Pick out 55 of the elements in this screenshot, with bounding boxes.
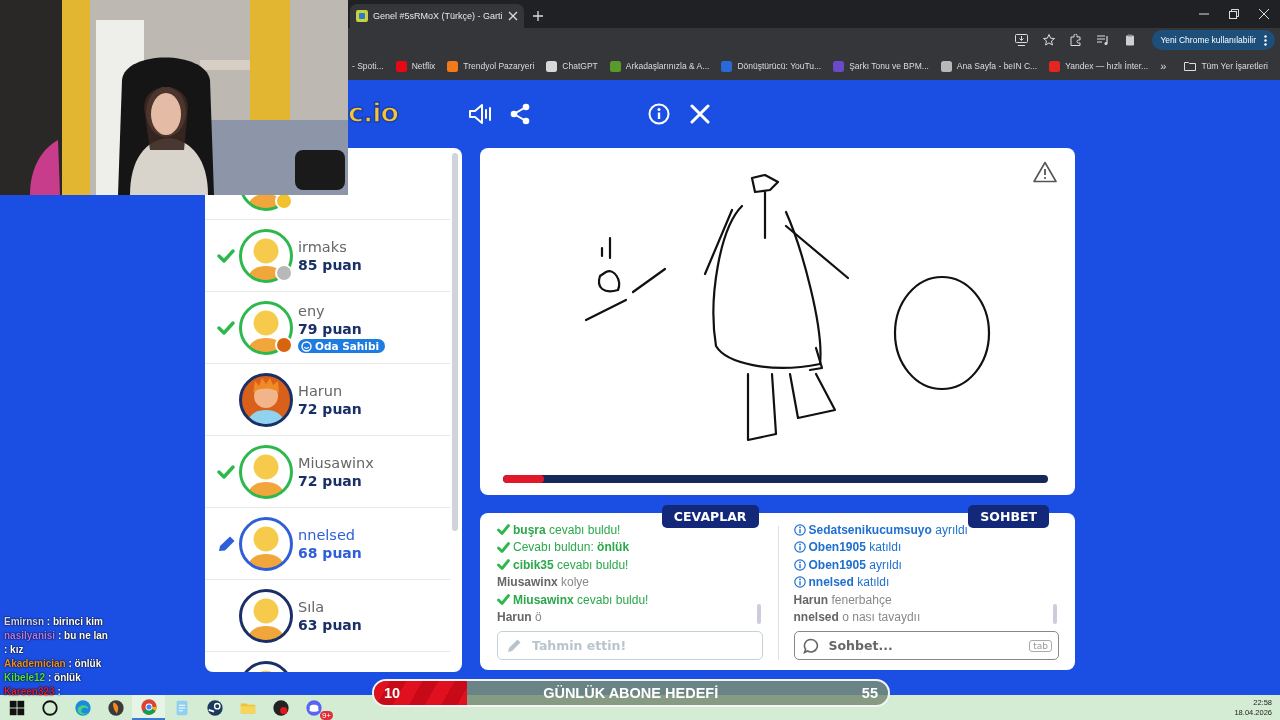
chat-message: cibik35 cevabı buldu! [513, 557, 629, 572]
stream-chat-message: : kız [4, 643, 24, 657]
input-field[interactable]: Sohbet... [826, 637, 1022, 654]
player-score: 63 puan [298, 615, 362, 634]
stream-chat-message: nasilyanisi : bu ne lan [4, 629, 108, 643]
bookmark[interactable]: Trendyol Pazaryeri [447, 60, 535, 72]
player-name: Sıla [298, 597, 326, 616]
browser-tab[interactable]: Genel #5sRMoX (Türkçe) - Garti [350, 4, 524, 28]
chat-message: Oben1905 katıldı [808, 540, 902, 555]
stream-chat-message: Kibele12 : önlük [4, 671, 81, 685]
bookmark[interactable]: Dönüştürücü: YouTu... [721, 60, 822, 72]
bookmark[interactable]: - Spoti... [352, 61, 384, 71]
player-name: eny [298, 302, 326, 320]
player-name: nnelsed [298, 525, 356, 544]
bookmark[interactable]: ChatGPT [546, 60, 598, 72]
update-button[interactable]: Yeni Chrome kullanılabilir [1152, 30, 1275, 50]
all-bookmarks-button[interactable]: Tüm Yer İşaretleri [1184, 61, 1268, 71]
player-score: 79 puan [298, 320, 363, 338]
chat-message: Harun fenerbahçe [793, 592, 892, 607]
chat-message: nnelsed o nası tavaydıı [793, 610, 921, 625]
more-bookmarks-button[interactable]: » [1160, 60, 1167, 72]
chat-message: Sedatsenikucumsuyo ayrıldı [808, 524, 968, 537]
bookmark[interactable]: Arkadaşlarınızla & A... [609, 60, 710, 72]
bookmark[interactable]: Şarkı Tonu ve BPM... [833, 60, 929, 72]
chat-message: Cevabı buldun: önlük [513, 540, 630, 555]
stream-chat-message: Kareen323 : [4, 685, 61, 699]
logo: c.io [348, 96, 399, 128]
bookmark[interactable]: Ana Sayfa - beIN C... [940, 60, 1038, 72]
bookmark[interactable]: Yandex — hızlı İnter... [1049, 60, 1149, 72]
player-score: 72 puan [298, 399, 362, 418]
player-name: irmaks [298, 237, 348, 256]
panel-tab-label[interactable]: CEVAPLAR [661, 505, 759, 528]
bookmark[interactable]: Netflix [395, 60, 436, 72]
notification-badge: 9+ [319, 711, 333, 720]
player-score: 68 puan [298, 543, 362, 562]
room-owner-badge: Oda Sahibi [298, 339, 386, 353]
chat-message: Oben1905 ayrıldı [808, 557, 902, 572]
player-score: 85 puan [298, 255, 362, 274]
goal-current: 10 [384, 685, 401, 701]
goal-title: GÜNLÜK ABONE HEDEFİ [543, 685, 719, 701]
player-score: 72 puan [298, 471, 363, 490]
chat-message: nnelsed katıldı [808, 575, 890, 590]
player-name: Miusawinx [298, 453, 374, 472]
goal-target: 55 [861, 685, 878, 701]
stream-chat-message: Akademician : önlük [4, 657, 102, 671]
chat-message: Miusawinx kolye [497, 575, 590, 590]
chat-message: Harun ö [497, 610, 542, 625]
player-name: Harun [298, 381, 344, 400]
stream-chat-message: Emirnsn : birinci kim [4, 615, 103, 629]
panel-tab-label[interactable]: SOHBET [968, 505, 1049, 528]
tab-title: Genel #5sRMoX (Türkçe) - Garti [373, 11, 503, 21]
key-hint: tab [1029, 639, 1052, 652]
taskbar-app[interactable]: 9+ [297, 695, 330, 720]
chat-message: Miusawinx cevabı buldu! [513, 592, 649, 607]
chat-message: buşra cevabı buldu! [513, 524, 621, 537]
